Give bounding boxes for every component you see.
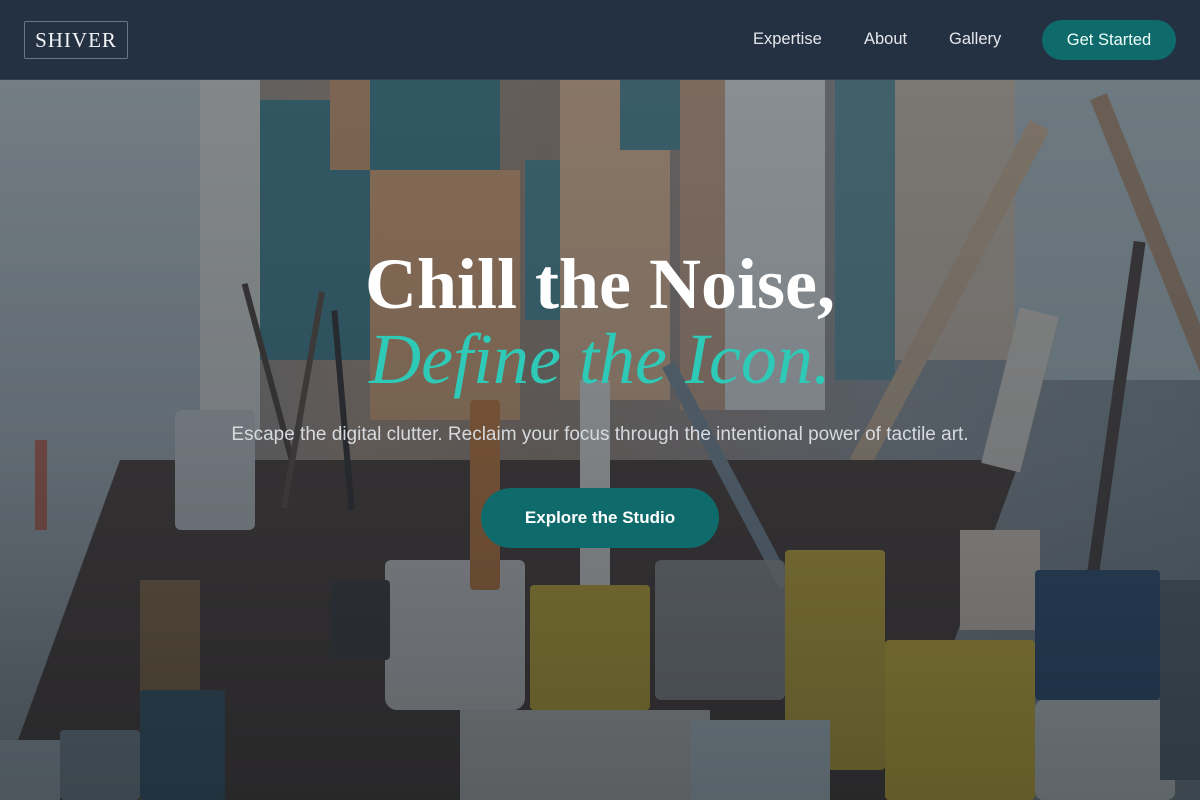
explore-studio-button[interactable]: Explore the Studio: [481, 488, 719, 548]
logo[interactable]: SHIVER: [24, 21, 128, 59]
hero-content: Chill the Noise, Define the Icon. Escape…: [0, 80, 1200, 800]
nav-link-gallery[interactable]: Gallery: [949, 30, 1001, 49]
nav-link-about[interactable]: About: [864, 30, 907, 49]
site-header: SHIVER Expertise About Gallery Get Start…: [0, 0, 1200, 80]
get-started-button[interactable]: Get Started: [1042, 20, 1176, 60]
hero-headline-line1: Chill the Noise,: [364, 244, 835, 324]
hero-headline-line2: Define the Icon.: [369, 319, 831, 399]
hero-subtitle: Escape the digital clutter. Reclaim your…: [231, 424, 969, 445]
nav-link-expertise[interactable]: Expertise: [753, 30, 822, 49]
hero-section: Chill the Noise, Define the Icon. Escape…: [0, 80, 1200, 800]
